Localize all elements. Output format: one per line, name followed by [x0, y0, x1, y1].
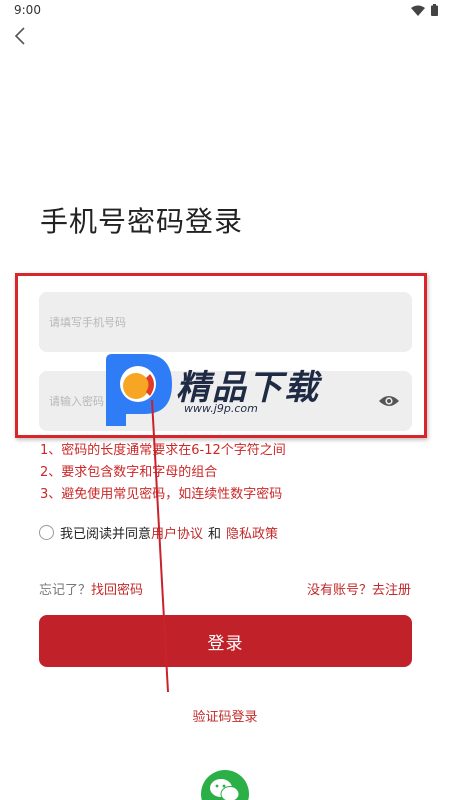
- user-agreement-link[interactable]: 用户协议: [151, 523, 203, 542]
- back-button[interactable]: [8, 26, 32, 50]
- sms-code-login-link[interactable]: 验证码登录: [0, 706, 450, 725]
- battery-icon: [431, 4, 438, 16]
- forgot-password-row: 忘记了？找回密码: [39, 579, 143, 598]
- privacy-policy-link[interactable]: 隐私政策: [226, 523, 278, 542]
- toggle-password-visibility-button[interactable]: [377, 393, 401, 411]
- forgot-prefix: 忘记了？: [39, 583, 92, 598]
- status-bar: 9:00: [0, 0, 450, 22]
- agreement-checkbox[interactable]: [39, 525, 54, 540]
- password-rule: 1、密码的长度通常要求在6-12个字符之间: [40, 443, 286, 458]
- agreement-and: 和: [208, 527, 222, 542]
- wechat-login-button[interactable]: [201, 770, 249, 800]
- agreement-row: 我已阅读并同意 用户协议 和 隐私政策: [39, 523, 278, 542]
- password-rule: 3、避免使用常见密码，如连续性数字密码: [40, 487, 283, 502]
- password-rules: 1、密码的长度通常要求在6-12个字符之间 2、要求包含数字和字母的组合 3、避…: [40, 440, 286, 506]
- password-rule: 2、要求包含数字和字母的组合: [40, 465, 218, 480]
- phone-input[interactable]: [39, 292, 412, 352]
- agreement-prefix: 我已阅读并同意: [60, 527, 152, 542]
- status-icons: [411, 4, 438, 16]
- register-link[interactable]: 没有账号？去注册: [307, 579, 411, 598]
- chevron-left-icon: [14, 27, 26, 49]
- status-time: 9:00: [14, 3, 41, 17]
- password-input[interactable]: [39, 371, 412, 431]
- page-title: 手机号密码登录: [40, 205, 244, 238]
- eye-icon: [378, 393, 400, 412]
- wifi-icon: [411, 5, 425, 16]
- login-button[interactable]: 登录: [39, 615, 412, 667]
- recover-password-link[interactable]: 找回密码: [91, 583, 143, 598]
